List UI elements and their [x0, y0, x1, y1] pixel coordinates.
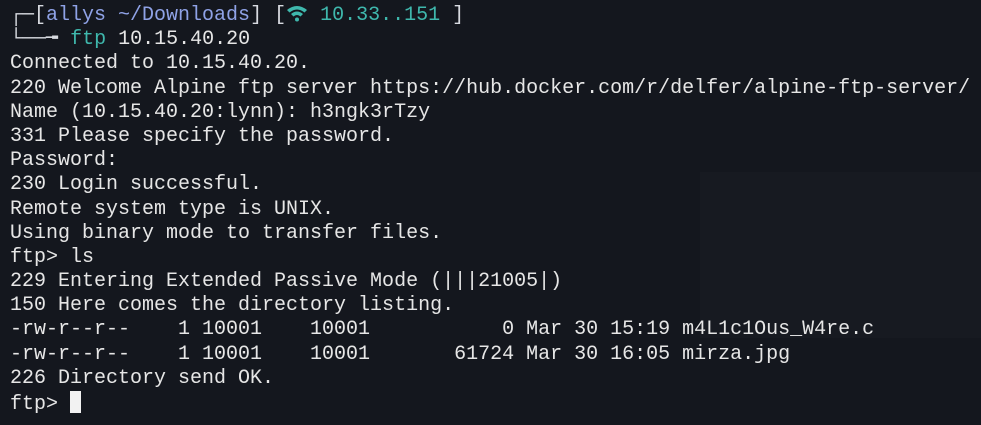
output-line: Remote system type is UNIX. [10, 197, 335, 221]
prompt-separator: ] [ [250, 4, 287, 27]
output-line: 150 Here comes the directory listing. [10, 294, 455, 318]
terminal-window[interactable]: ┌─[allys ~/Downloads] [ 10.33..151 ] └──… [0, 0, 981, 425]
command-line: └──╼ ftp 10.15.40.20 [10, 28, 970, 52]
output-line: Password: [10, 149, 119, 173]
input-line[interactable]: ftp> [10, 391, 970, 416]
output-line: 230 Login successful. [10, 173, 263, 197]
output-line: 331 Please specify the password. [10, 124, 395, 148]
prompt-user-path: allys ~/Downloads [46, 4, 251, 27]
output-line: ftp> ls [10, 245, 95, 269]
terminal-output[interactable]: ┌─[allys ~/Downloads] [ 10.33..151 ] └──… [10, 4, 971, 416]
prompt-ip: 10.33..151 [308, 4, 440, 27]
output-line: Connected to 10.15.40.20. [10, 52, 311, 76]
prompt-ip-value: 10.33..151 [320, 4, 441, 27]
prompt-close: ] [440, 4, 465, 27]
ftp-prompt: ftp> [10, 393, 71, 416]
output-line: Using binary mode to transfer files. [10, 221, 443, 245]
output-line: 226 Directory send OK. [10, 366, 275, 390]
command-name: ftp [70, 28, 107, 52]
prompt-line: ┌─[allys ~/Downloads] [ 10.33..151 ] [10, 4, 970, 28]
directory-listing-row: -rw-r--r-- 1 10001 10001 61724 Mar 30 16… [10, 342, 791, 366]
directory-listing-row: -rw-r--r-- 1 10001 10001 0 Mar 30 15:19 … [10, 318, 875, 342]
prompt-corner: ┌─[ [10, 4, 47, 27]
output-line: 220 Welcome Alpine ftp server https://hu… [10, 76, 971, 100]
output-line: Name (10.15.40.20:lynn): h3ngk3rTzy [10, 100, 431, 124]
command-args: 10.15.40.20 [106, 28, 251, 52]
wifi-icon [286, 4, 308, 30]
text-cursor[interactable] [70, 391, 82, 413]
output-line: 229 Entering Extended Passive Mode (|||2… [10, 270, 563, 294]
prompt-arrow: └──╼ [10, 28, 71, 52]
